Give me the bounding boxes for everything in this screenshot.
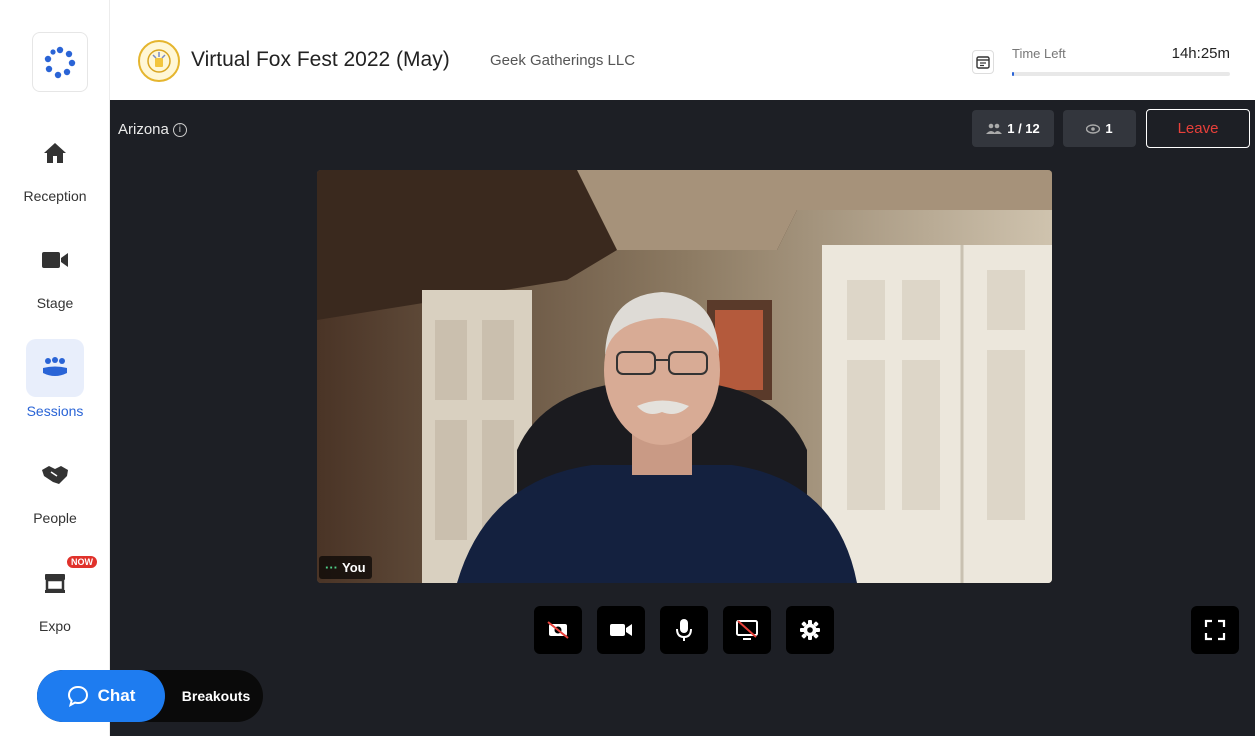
time-left-progress-fill <box>1012 72 1015 76</box>
app-logo-icon <box>44 46 76 79</box>
room-name: Arizona i <box>118 121 187 138</box>
time-left-progress <box>1012 72 1230 76</box>
camera-off-button[interactable] <box>534 606 582 654</box>
participant-name-tag: ··· You <box>319 556 372 579</box>
sidebar-item-people[interactable]: People <box>0 446 110 526</box>
settings-icon <box>800 620 820 640</box>
chat-breakouts-switcher: Chat Breakouts <box>37 670 263 722</box>
sidebar-item-expo[interactable]: NOW Expo <box>0 554 110 634</box>
camera-off-icon <box>547 621 569 639</box>
event-title: Virtual Fox Fest 2022 (May) <box>191 48 450 71</box>
sidebar-item-label: Expo <box>39 618 71 634</box>
participant-name: You <box>342 560 366 575</box>
time-left-value: 14h:25m <box>1171 45 1230 62</box>
microphone-icon <box>676 619 692 641</box>
audio-activity-icon: ··· <box>325 560 338 575</box>
screen-share-button[interactable] <box>723 606 771 654</box>
new-badge: NOW <box>66 555 98 569</box>
app-logo[interactable] <box>32 32 88 92</box>
sidebar: Reception Stage Sessions People NOW Expo <box>0 0 110 736</box>
handshake-icon <box>26 446 84 504</box>
event-logo-icon <box>147 49 171 73</box>
time-left-label: Time Left <box>1012 46 1066 61</box>
calendar-icon[interactable] <box>972 50 994 74</box>
viewers-count[interactable]: 1 <box>1063 110 1136 147</box>
home-icon <box>26 124 84 182</box>
leave-button[interactable]: Leave <box>1146 109 1250 148</box>
info-icon[interactable]: i <box>172 122 187 137</box>
viewers-count-label: 1 <box>1105 121 1113 136</box>
sidebar-item-reception[interactable]: Reception <box>0 124 110 204</box>
sidebar-item-stage[interactable]: Stage <box>0 231 110 311</box>
webcam-feed <box>317 170 1052 583</box>
microphone-button[interactable] <box>660 606 708 654</box>
session-stage: Arizona i 1 / 12 1 Leave ··· You <box>110 100 1255 736</box>
sidebar-item-label: Reception <box>23 188 87 204</box>
event-header: Virtual Fox Fest 2022 (May) Geek Gatheri… <box>110 0 1255 100</box>
video-tile[interactable]: ··· You <box>317 170 1052 583</box>
chat-button-label: Chat <box>97 686 136 705</box>
video-toggle-button[interactable] <box>597 606 645 654</box>
room-name-label: Arizona <box>118 121 169 138</box>
sidebar-item-label: People <box>33 510 77 526</box>
fullscreen-button[interactable] <box>1191 606 1239 654</box>
settings-button[interactable] <box>786 606 834 654</box>
video-camera-icon <box>610 624 632 636</box>
chat-bubble-icon <box>67 685 88 707</box>
people-icon <box>986 123 1003 134</box>
sidebar-item-sessions[interactable]: Sessions <box>0 339 110 419</box>
event-logo <box>138 40 180 82</box>
video-camera-icon <box>26 231 84 289</box>
participants-count-label: 1 / 12 <box>1007 121 1040 136</box>
sidebar-item-label: Stage <box>36 295 74 311</box>
breakouts-button[interactable]: Breakouts <box>171 670 261 722</box>
event-organizer[interactable]: Geek Gatherings LLC <box>490 52 635 69</box>
sidebar-item-label: Sessions <box>26 403 84 419</box>
screen-share-off-icon <box>736 620 758 640</box>
participants-count[interactable]: 1 / 12 <box>972 110 1054 147</box>
eye-icon <box>1086 123 1101 134</box>
fullscreen-icon <box>1204 619 1226 641</box>
chat-button[interactable]: Chat <box>37 670 165 722</box>
group-icon <box>26 339 84 397</box>
